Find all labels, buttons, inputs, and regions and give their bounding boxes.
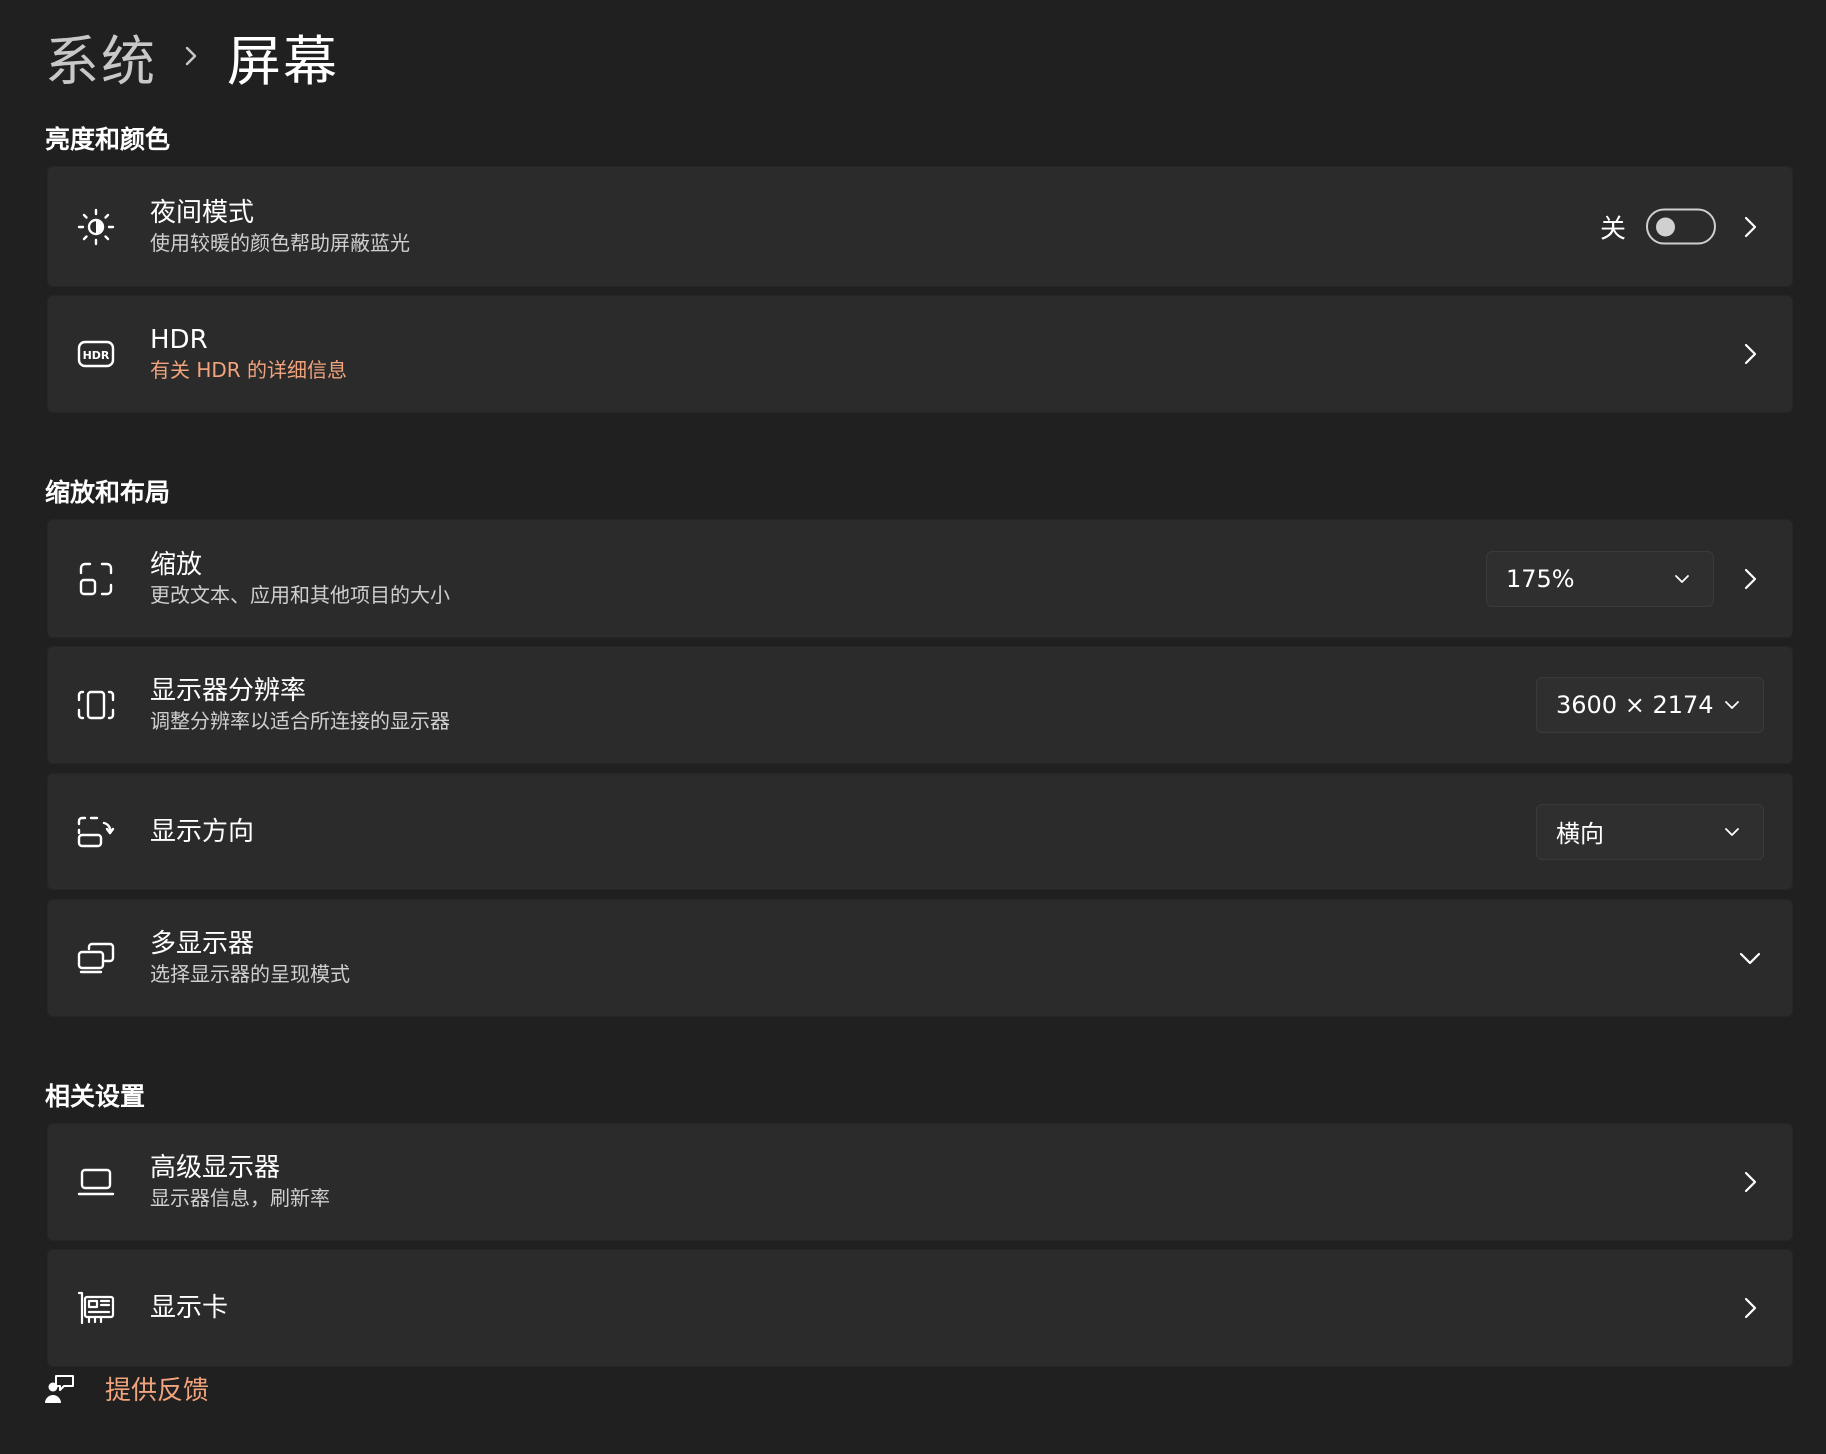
give-feedback-label: 提供反馈 [105,1376,210,1406]
breadcrumb: 系统 屏幕 [45,22,339,93]
chevron-right-icon [1738,567,1762,591]
night-light-subtitle: 使用较暖的颜色帮助屏蔽蓝光 [150,230,410,255]
hdr-row[interactable]: HDR HDR 有关 HDR 的详细信息 [47,295,1793,413]
multiple-displays-subtitle: 选择显示器的呈现模式 [150,962,350,986]
scale-dropdown[interactable]: 175% [1486,550,1714,607]
chevron-down-icon [1673,570,1691,588]
chevron-right-icon [1738,1170,1762,1194]
settings-page: 系统 屏幕 亮度和颜色 夜间模式 使用较暖的颜色帮助屏蔽蓝光 关 HDR HDR… [0,0,1826,1454]
give-feedback-link[interactable]: 提供反馈 [45,1370,209,1407]
chevron-down-icon [1723,823,1741,841]
graphics-card-icon [76,1288,116,1328]
chevron-right-icon [1738,215,1762,239]
hdr-text: HDR 有关 HDR 的详细信息 [150,324,347,384]
section-title-brightness-color: 亮度和颜色 [45,125,171,154]
night-light-title: 夜间模式 [150,197,255,228]
night-light-row[interactable]: 夜间模式 使用较暖的颜色帮助屏蔽蓝光 关 [47,166,1793,287]
breadcrumb-parent-system[interactable]: 系统 [45,17,157,96]
night-light-toggle[interactable] [1646,208,1716,245]
chevron-right-icon [1738,1296,1762,1320]
graphics-row[interactable]: 显示卡 [47,1249,1793,1367]
chevron-right-icon [1738,342,1762,366]
brightness-icon [76,207,116,247]
feedback-icon [45,1373,75,1405]
section-title-scale-layout: 缩放和布局 [45,478,171,507]
advanced-display-text: 高级显示器 显示器信息，刷新率 [150,1152,330,1212]
graphics-title: 显示卡 [150,1293,229,1323]
resolution-text: 显示器分辨率 调整分辨率以适合所连接的显示器 [150,675,450,735]
night-light-toggle-group: 关 [1600,208,1716,245]
night-light-toggle-state: 关 [1599,214,1626,244]
multiple-displays-title: 多显示器 [150,929,255,959]
chevron-down-icon [1723,696,1741,714]
orientation-text: 显示方向 [150,816,254,848]
expand-chevron-down-icon[interactable] [1736,944,1764,972]
resolution-subtitle: 调整分辨率以适合所连接的显示器 [150,709,450,733]
orientation-dropdown[interactable]: 横向 [1536,803,1764,860]
multiple-displays-row[interactable]: 多显示器 选择显示器的呈现模式 [47,899,1793,1017]
night-light-text: 夜间模式 使用较暖的颜色帮助屏蔽蓝光 [150,197,410,257]
advanced-display-subtitle: 显示器信息，刷新率 [150,1186,330,1210]
resolution-icon [76,685,116,725]
page-title: 屏幕 [227,29,339,93]
section-title-related-settings: 相关设置 [45,1082,146,1111]
scale-title: 缩放 [150,549,203,580]
scale-subtitle: 更改文本、应用和其他项目的大小 [150,582,450,607]
hdr-icon: HDR [76,334,116,374]
breadcrumb-separator-icon [183,45,199,67]
toggle-knob [1656,217,1675,237]
orientation-icon [76,812,116,852]
orientation-title: 显示方向 [150,816,255,847]
resolution-title: 显示器分辨率 [150,676,307,706]
hdr-more-info-link[interactable]: 有关 HDR 的详细信息 [150,356,347,384]
advanced-display-row[interactable]: 高级显示器 显示器信息，刷新率 [47,1123,1793,1241]
resolution-row[interactable]: 显示器分辨率 调整分辨率以适合所连接的显示器 3600 × 2174 [47,646,1793,764]
multiple-displays-icon [76,938,116,978]
advanced-display-title: 高级显示器 [150,1153,281,1183]
scale-row[interactable]: 缩放 更改文本、应用和其他项目的大小 175% [47,519,1793,638]
orientation-dropdown-value: 横向 [1556,820,1604,848]
hdr-title: HDR [150,325,208,355]
scale-text: 缩放 更改文本、应用和其他项目的大小 [150,549,450,609]
graphics-text: 显示卡 [150,1292,228,1324]
multiple-displays-text: 多显示器 选择显示器的呈现模式 [150,928,350,988]
resolution-dropdown-value: 3600 × 2174 [1556,691,1714,719]
svg-text:HDR: HDR [83,349,110,362]
orientation-row[interactable]: 显示方向 横向 [47,773,1793,890]
laptop-icon [76,1162,116,1202]
scale-dropdown-value: 175% [1506,564,1575,593]
resolution-dropdown[interactable]: 3600 × 2174 [1536,677,1764,733]
scale-icon [76,559,116,599]
